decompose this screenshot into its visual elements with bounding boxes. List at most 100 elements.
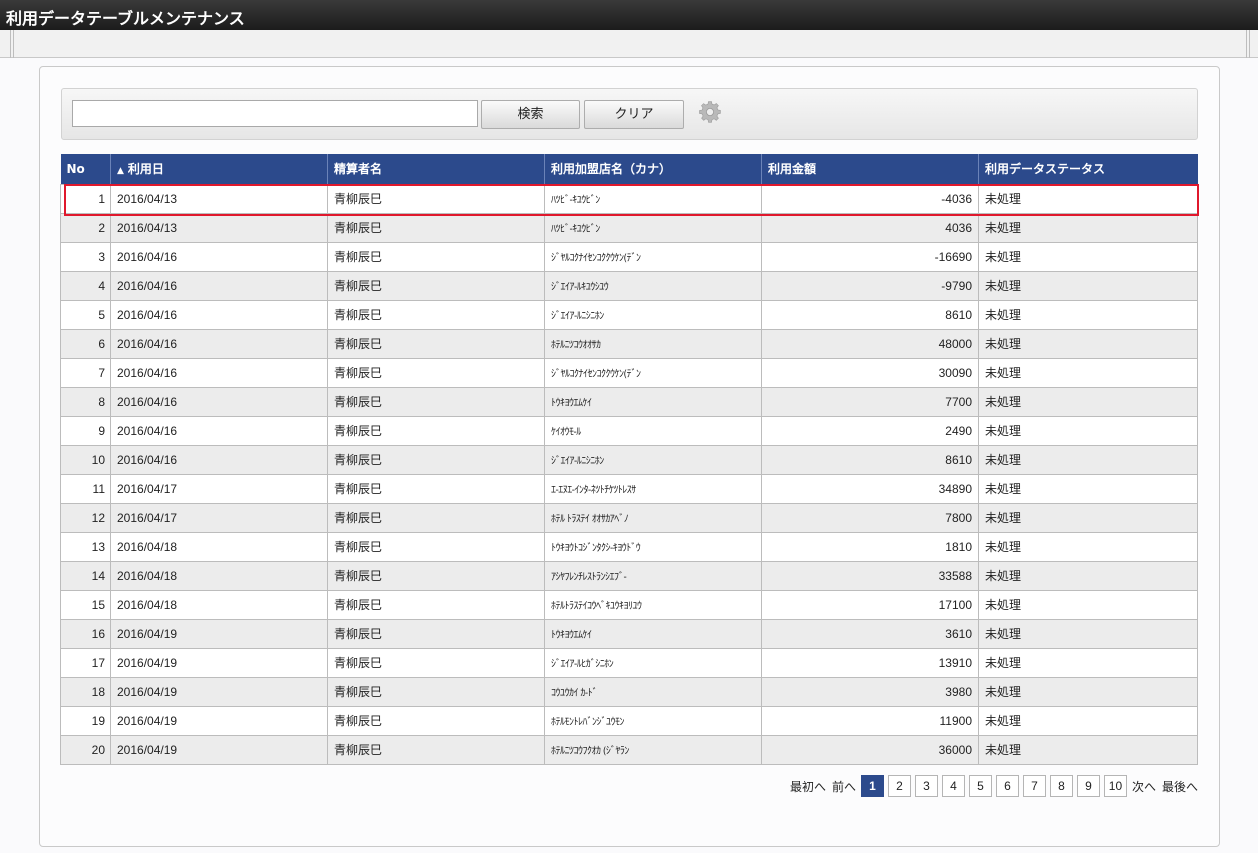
cell-amount: 3610 bbox=[761, 618, 979, 649]
cell-no: 7 bbox=[60, 357, 111, 388]
pager-page-button[interactable]: 9 bbox=[1076, 775, 1100, 797]
cell-shop: ｼﾞﾔﾙｺｸﾅｲｾﾝｺｸｸｳｹﾝ(ﾃﾞﾝ bbox=[544, 241, 762, 272]
pager-page-button[interactable]: 3 bbox=[914, 775, 938, 797]
cell-payer: 青柳辰巳 bbox=[327, 386, 545, 417]
search-input[interactable] bbox=[72, 100, 478, 127]
pager-page-button[interactable]: 2 bbox=[887, 775, 911, 797]
cell-date: 2016/04/18 bbox=[110, 589, 328, 620]
pager-page-button[interactable]: 6 bbox=[995, 775, 1019, 797]
cell-shop: ｱｼﾔﾌﾚﾝﾁﾚｽﾄﾗﾝｼｴﾌﾞ- bbox=[544, 560, 762, 591]
cell-payer: 青柳辰巳 bbox=[327, 676, 545, 707]
cell-date: 2016/04/17 bbox=[110, 502, 328, 533]
table-row[interactable]: 10 2016/04/16 青柳辰巳 ｼﾞｴｲｱ-ﾙﾆｼﾆﾎﾝ 8610 未処理 bbox=[60, 444, 1198, 475]
cell-payer: 青柳辰巳 bbox=[327, 212, 545, 243]
table-header-row: No ▲ 利用日 精算者名 利用加盟店名（カナ） 利用金額 利用データステータス bbox=[60, 154, 1198, 184]
table-row[interactable]: 18 2016/04/19 青柳辰巳 ｺｳﾕｳｶｲ ｶ-ﾄﾞ 3980 未処理 bbox=[60, 676, 1198, 707]
cell-no: 5 bbox=[60, 299, 111, 330]
cell-date: 2016/04/19 bbox=[110, 618, 328, 649]
cell-payer: 青柳辰巳 bbox=[327, 734, 545, 765]
cell-payer: 青柳辰巳 bbox=[327, 183, 545, 214]
cell-payer: 青柳辰巳 bbox=[327, 328, 545, 359]
column-header-amount[interactable]: 利用金額 bbox=[761, 154, 979, 184]
table-row[interactable]: 15 2016/04/18 青柳辰巳 ﾎﾃﾙﾄﾗｽﾃｲｺｳﾍﾞｷﾕｳｷﾖﾘﾕｳ 1710… bbox=[60, 589, 1198, 620]
cell-status: 未処理 bbox=[978, 241, 1198, 272]
pager-last-link[interactable]: 最後へ bbox=[1161, 778, 1199, 795]
pager-page-button[interactable]: 10 bbox=[1103, 775, 1127, 797]
clear-button[interactable]: クリア bbox=[584, 100, 684, 129]
cell-amount: -4036 bbox=[761, 183, 979, 214]
search-bar: 検索 クリア bbox=[61, 88, 1198, 140]
table-row[interactable]: 6 2016/04/16 青柳辰巳 ﾎﾃﾙﾆﾂｺｳｵｵｻｶ 48000 未処理 bbox=[60, 328, 1198, 359]
table-row[interactable]: 20 2016/04/19 青柳辰巳 ﾎﾃﾙﾆﾂｺｳﾌｸｵｶ (ｼﾞﾔﾗﾝ 36000 未… bbox=[60, 734, 1198, 765]
cell-status: 未処理 bbox=[978, 183, 1198, 214]
table-row[interactable]: 16 2016/04/19 青柳辰巳 ﾄｳｷﾖｳｴﾑｹｲ 3610 未処理 bbox=[60, 618, 1198, 649]
gear-icon[interactable] bbox=[698, 100, 722, 124]
table-row[interactable]: 3 2016/04/16 青柳辰巳 ｼﾞﾔﾙｺｸﾅｲｾﾝｺｸｸｳｹﾝ(ﾃﾞﾝ -1669… bbox=[60, 241, 1198, 272]
cell-date: 2016/04/19 bbox=[110, 647, 328, 678]
cell-date: 2016/04/16 bbox=[110, 386, 328, 417]
table-row[interactable]: 9 2016/04/16 青柳辰巳 ｹｲｵｳﾓ-ﾙ 2490 未処理 bbox=[60, 415, 1198, 446]
cell-amount: 17100 bbox=[761, 589, 979, 620]
cell-no: 14 bbox=[60, 560, 111, 591]
cell-date: 2016/04/19 bbox=[110, 676, 328, 707]
cell-date: 2016/04/16 bbox=[110, 299, 328, 330]
cell-shop: ﾎﾃﾙﾆﾂｺｳｵｵｻｶ bbox=[544, 328, 762, 359]
table-row[interactable]: 11 2016/04/17 青柳辰巳 ｴ-ｴﾇｴ-ｲﾝﾀ-ﾈﾂﾄﾁｹﾂﾄﾚｽｻ 3489… bbox=[60, 473, 1198, 504]
cell-payer: 青柳辰巳 bbox=[327, 444, 545, 475]
cell-status: 未処理 bbox=[978, 531, 1198, 562]
toolbar-strip bbox=[0, 30, 1258, 58]
cell-shop: ﾄｳｷﾖｳｴﾑｹｲ bbox=[544, 386, 762, 417]
cell-no: 4 bbox=[60, 270, 111, 301]
table-row[interactable]: 13 2016/04/18 青柳辰巳 ﾄｳｷﾖｳﾄｺｼﾞﾝﾀｸｼ-ｷﾖｳﾄﾞｳ 1810… bbox=[60, 531, 1198, 562]
table-row[interactable]: 4 2016/04/16 青柳辰巳 ｼﾞｴｲｱ-ﾙｷﾕｳｼﾕｳ -9790 未処理 bbox=[60, 270, 1198, 301]
table-row[interactable]: 1 2016/04/13 青柳辰巳 ﾊﾂﾋﾞ-ｷﾕｳﾋﾞﾝ -4036 未処理 bbox=[60, 183, 1198, 214]
column-header-shop[interactable]: 利用加盟店名（カナ） bbox=[544, 154, 762, 184]
pager-next-link[interactable]: 次へ bbox=[1131, 778, 1157, 795]
search-button[interactable]: 検索 bbox=[481, 100, 580, 129]
cell-date: 2016/04/13 bbox=[110, 183, 328, 214]
toolbar-separator-left bbox=[10, 30, 14, 58]
pager-prev-link[interactable]: 前へ bbox=[831, 778, 857, 795]
pagination: 最初へ 前へ 1 2 3 4 5 6 7 8 9 10 次へ 最後へ bbox=[789, 775, 1199, 797]
cell-shop: ﾎﾃﾙ ﾄﾗｽﾃｲ ｵｵｻｶｱﾍﾞﾉ bbox=[544, 502, 762, 533]
column-header-no[interactable]: No bbox=[60, 154, 111, 184]
table-row[interactable]: 7 2016/04/16 青柳辰巳 ｼﾞﾔﾙｺｸﾅｲｾﾝｺｸｸｳｹﾝ(ﾃﾞﾝ 30090… bbox=[60, 357, 1198, 388]
cell-date: 2016/04/16 bbox=[110, 357, 328, 388]
table-row[interactable]: 2 2016/04/13 青柳辰巳 ﾊﾂﾋﾞ-ｷﾕｳﾋﾞﾝ 4036 未処理 bbox=[60, 212, 1198, 243]
cell-no: 18 bbox=[60, 676, 111, 707]
cell-shop: ｺｳﾕｳｶｲ ｶ-ﾄﾞ bbox=[544, 676, 762, 707]
cell-amount: -16690 bbox=[761, 241, 979, 272]
table-row[interactable]: 8 2016/04/16 青柳辰巳 ﾄｳｷﾖｳｴﾑｹｲ 7700 未処理 bbox=[60, 386, 1198, 417]
cell-status: 未処理 bbox=[978, 212, 1198, 243]
table-row[interactable]: 19 2016/04/19 青柳辰巳 ﾎﾃﾙﾓﾝﾄﾚﾊﾞﾝｼﾞﾕｳﾓﾝ 11900 未処理 bbox=[60, 705, 1198, 736]
pager-page-button[interactable]: 5 bbox=[968, 775, 992, 797]
cell-shop: ｼﾞﾔﾙｺｸﾅｲｾﾝｺｸｸｳｹﾝ(ﾃﾞﾝ bbox=[544, 357, 762, 388]
cell-date: 2016/04/17 bbox=[110, 473, 328, 504]
cell-date: 2016/04/16 bbox=[110, 444, 328, 475]
column-header-payer[interactable]: 精算者名 bbox=[327, 154, 545, 184]
cell-payer: 青柳辰巳 bbox=[327, 705, 545, 736]
table-row[interactable]: 12 2016/04/17 青柳辰巳 ﾎﾃﾙ ﾄﾗｽﾃｲ ｵｵｻｶｱﾍﾞﾉ 7800 未処… bbox=[60, 502, 1198, 533]
column-header-date[interactable]: ▲ 利用日 bbox=[110, 154, 328, 184]
pager-page-button[interactable]: 4 bbox=[941, 775, 965, 797]
pager-page-button[interactable]: 1 bbox=[860, 775, 884, 797]
cell-date: 2016/04/19 bbox=[110, 734, 328, 765]
cell-no: 12 bbox=[60, 502, 111, 533]
pager-first-link[interactable]: 最初へ bbox=[789, 778, 827, 795]
cell-status: 未処理 bbox=[978, 734, 1198, 765]
cell-payer: 青柳辰巳 bbox=[327, 473, 545, 504]
cell-payer: 青柳辰巳 bbox=[327, 618, 545, 649]
column-header-status[interactable]: 利用データステータス bbox=[978, 154, 1198, 184]
cell-amount: 8610 bbox=[761, 299, 979, 330]
pager-page-button[interactable]: 8 bbox=[1049, 775, 1073, 797]
pager-page-button[interactable]: 7 bbox=[1022, 775, 1046, 797]
cell-payer: 青柳辰巳 bbox=[327, 502, 545, 533]
table-row[interactable]: 17 2016/04/19 青柳辰巳 ｼﾞｴｲｱ-ﾙﾋｶﾞｼﾆﾎﾝ 13910 未処理 bbox=[60, 647, 1198, 678]
table-row[interactable]: 5 2016/04/16 青柳辰巳 ｼﾞｴｲｱ-ﾙﾆｼﾆﾎﾝ 8610 未処理 bbox=[60, 299, 1198, 330]
cell-no: 10 bbox=[60, 444, 111, 475]
cell-shop: ｴ-ｴﾇｴ-ｲﾝﾀ-ﾈﾂﾄﾁｹﾂﾄﾚｽｻ bbox=[544, 473, 762, 504]
cell-payer: 青柳辰巳 bbox=[327, 357, 545, 388]
table-row[interactable]: 14 2016/04/18 青柳辰巳 ｱｼﾔﾌﾚﾝﾁﾚｽﾄﾗﾝｼｴﾌﾞ- 33588 未処… bbox=[60, 560, 1198, 591]
cell-no: 19 bbox=[60, 705, 111, 736]
cell-no: 1 bbox=[60, 183, 111, 214]
